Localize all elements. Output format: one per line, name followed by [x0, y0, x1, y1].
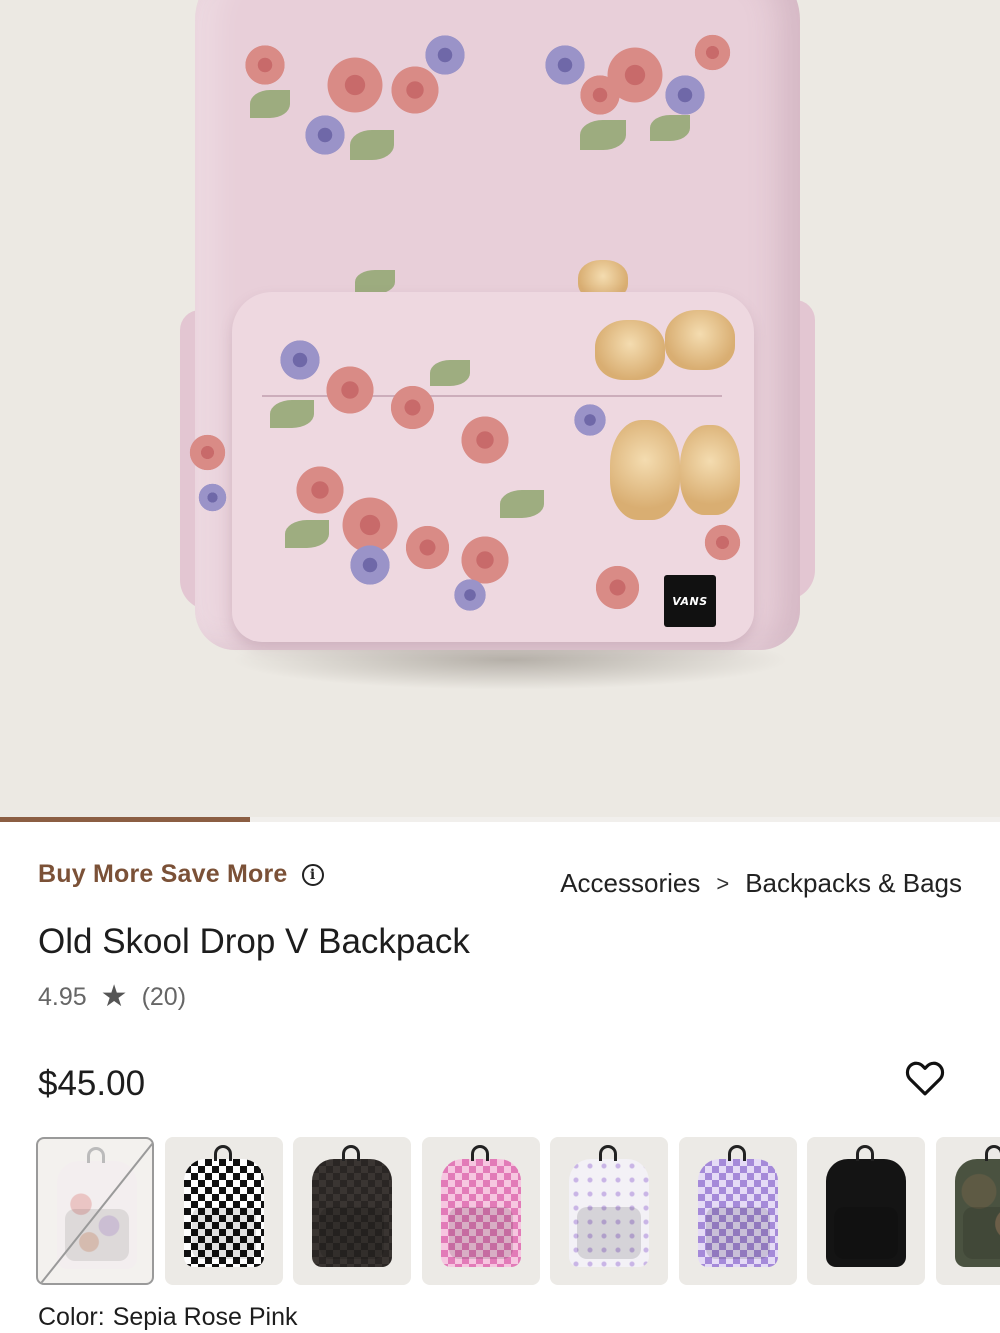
print-flower — [570, 400, 610, 440]
star-icon: ★ — [100, 980, 128, 1013]
color-value: Sepia Rose Pink — [112, 1303, 298, 1331]
print-flower — [240, 40, 290, 90]
swatch-backpack-pocket — [577, 1207, 641, 1259]
product-title: Old Skool Drop V Backpack — [38, 922, 470, 961]
swatch-backpack-pocket — [834, 1207, 898, 1259]
print-flower — [700, 520, 745, 565]
color-swatch-purple-checker[interactable] — [678, 1137, 797, 1285]
swatch-backpack-handle — [984, 1145, 1000, 1161]
swatch-backpack-image — [312, 1159, 392, 1267]
print-flower — [320, 360, 380, 420]
color-label: Color: — [38, 1303, 105, 1331]
print-kitten — [610, 420, 680, 520]
swatch-backpack-image — [826, 1159, 906, 1267]
chevron-right-icon: > — [716, 870, 730, 896]
swatch-backpack-pocket — [320, 1207, 384, 1259]
color-swatches — [36, 1137, 1000, 1287]
product-price: $45.00 — [38, 1064, 146, 1103]
print-flower — [450, 575, 490, 615]
swatch-backpack-image — [440, 1159, 521, 1267]
color-swatch-checkerboard-black-white[interactable] — [164, 1137, 283, 1285]
swatch-backpack-handle — [856, 1145, 874, 1161]
print-flower — [195, 480, 230, 515]
print-leaf — [650, 115, 690, 141]
swatch-backpack-handle — [470, 1145, 489, 1161]
color-swatch-sepia-rose-pink[interactable] — [36, 1137, 154, 1285]
promo-banner[interactable]: Buy More Save More i — [38, 860, 324, 889]
print-flower — [275, 335, 325, 385]
print-flower — [575, 70, 625, 120]
swatch-backpack-pocket — [191, 1207, 256, 1259]
print-flower — [385, 380, 440, 435]
product-rating[interactable]: 4.95 ★ (20) — [38, 982, 186, 1012]
print-flower — [455, 410, 515, 470]
print-kitten — [665, 310, 735, 370]
unavailable-strike-icon — [39, 1142, 152, 1283]
color-swatch-camo[interactable] — [935, 1137, 1000, 1285]
print-kitten — [595, 320, 665, 380]
print-leaf — [270, 400, 314, 428]
print-flower — [590, 560, 645, 615]
gallery-progress — [0, 817, 1000, 822]
print-leaf — [350, 130, 394, 160]
promo-label: Buy More Save More — [38, 860, 288, 888]
review-count: (20) — [141, 982, 187, 1011]
print-leaf — [250, 90, 290, 118]
print-flower — [185, 430, 230, 475]
print-leaf — [430, 360, 470, 386]
swatch-backpack-pocket — [448, 1207, 513, 1259]
gallery-progress-fill — [0, 817, 250, 822]
swatch-backpack-handle — [599, 1145, 617, 1161]
swatch-backpack-image — [954, 1159, 1000, 1267]
print-flower — [400, 520, 455, 575]
print-flower — [300, 110, 350, 160]
color-swatch-white-dots[interactable] — [550, 1137, 668, 1285]
swatch-backpack-handle — [342, 1145, 360, 1161]
print-leaf — [500, 490, 544, 518]
swatch-backpack-image — [697, 1159, 778, 1267]
color-swatch-black[interactable] — [807, 1137, 925, 1285]
breadcrumb-item-backpacks-bags[interactable]: Backpacks & Bags — [745, 868, 962, 899]
color-swatch-black-checker[interactable] — [293, 1137, 411, 1285]
swatch-backpack-handle — [213, 1145, 232, 1161]
print-leaf — [580, 120, 626, 150]
print-leaf — [355, 270, 395, 294]
wishlist-button[interactable] — [903, 1056, 947, 1100]
breadcrumb-item-accessories[interactable]: Accessories — [560, 868, 700, 899]
swatch-backpack-handle — [727, 1145, 746, 1161]
print-flower — [345, 540, 395, 590]
swatch-backpack-image — [183, 1159, 264, 1267]
swatch-backpack-pocket — [705, 1207, 770, 1259]
print-flower — [660, 70, 710, 120]
swatch-backpack-image — [569, 1159, 649, 1267]
rating-value: 4.95 — [38, 982, 87, 1011]
color-swatch-pink-checker[interactable] — [421, 1137, 540, 1285]
print-flower — [320, 50, 390, 120]
product-image[interactable]: VANS — [0, 0, 1000, 820]
brand-tag: VANS — [664, 575, 716, 627]
print-kitten — [680, 425, 740, 515]
info-icon[interactable]: i — [301, 863, 324, 886]
color-selection: Color: Sepia Rose Pink — [38, 1303, 298, 1332]
print-leaf — [285, 520, 329, 548]
print-flower — [420, 30, 470, 80]
breadcrumb: Accessories > Backpacks & Bags — [560, 868, 962, 899]
heart-icon — [905, 1061, 945, 1096]
print-flower — [690, 30, 735, 75]
swatch-backpack-pocket — [962, 1207, 1000, 1259]
